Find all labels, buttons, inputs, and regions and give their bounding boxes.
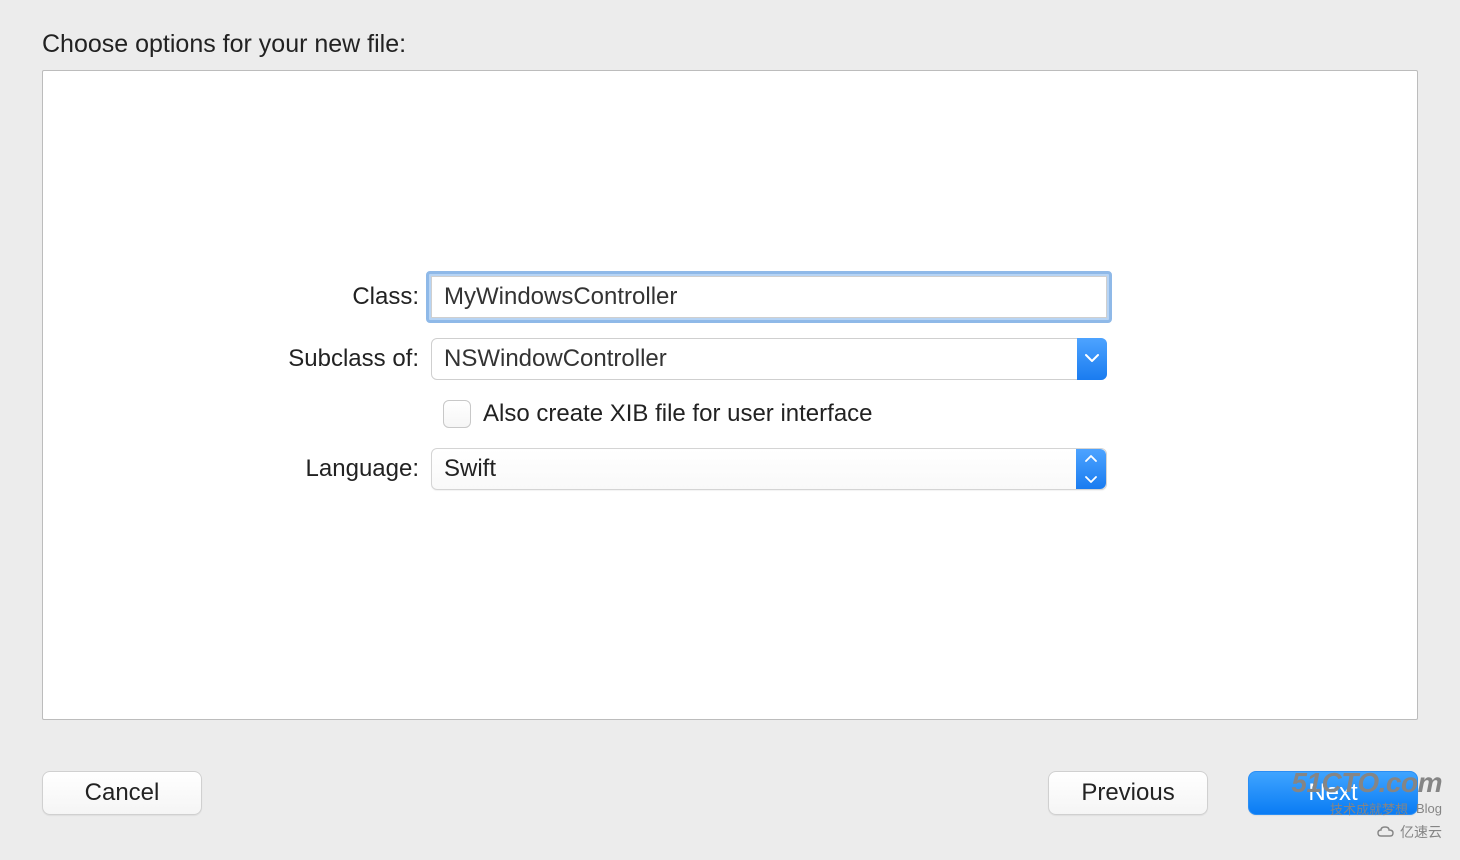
previous-button[interactable]: Previous [1048, 771, 1208, 815]
subclass-input[interactable] [431, 338, 1107, 380]
subclass-label: Subclass of: [43, 345, 431, 373]
xib-checkbox-row: Also create XIB file for user interface [43, 400, 1417, 428]
watermark-cloud: 亿速云 [1291, 822, 1442, 842]
watermark-cloud-text: 亿速云 [1400, 822, 1442, 842]
next-button[interactable]: Next [1248, 771, 1418, 815]
page-title: Choose options for your new file: [0, 0, 1460, 59]
class-row: Class: [43, 276, 1417, 318]
class-field-wrapper [431, 276, 1107, 318]
options-panel: Class: Subclass of: Also create XIB file… [42, 70, 1418, 720]
xib-checkbox-label: Also create XIB file for user interface [483, 400, 873, 428]
chevron-down-icon [1085, 470, 1097, 488]
subclass-dropdown-button[interactable] [1077, 338, 1107, 380]
button-bar: Cancel Previous Next [42, 771, 1418, 815]
language-label: Language: [43, 455, 431, 483]
subclass-combobox[interactable] [431, 338, 1107, 380]
form-area: Class: Subclass of: Also create XIB file… [43, 276, 1417, 510]
xib-checkbox[interactable] [443, 400, 471, 428]
language-row: Language: Swift [43, 448, 1417, 490]
language-value: Swift [444, 455, 496, 483]
language-stepper-arrows[interactable] [1076, 449, 1106, 489]
chevron-down-icon [1085, 350, 1099, 368]
subclass-row: Subclass of: [43, 338, 1417, 380]
cloud-icon [1376, 825, 1396, 839]
chevron-up-icon [1085, 450, 1097, 468]
watermark-sub2: Blog [1416, 801, 1442, 816]
language-select[interactable]: Swift [431, 448, 1107, 490]
class-label: Class: [43, 283, 431, 311]
class-input[interactable] [431, 276, 1107, 318]
cancel-button[interactable]: Cancel [42, 771, 202, 815]
